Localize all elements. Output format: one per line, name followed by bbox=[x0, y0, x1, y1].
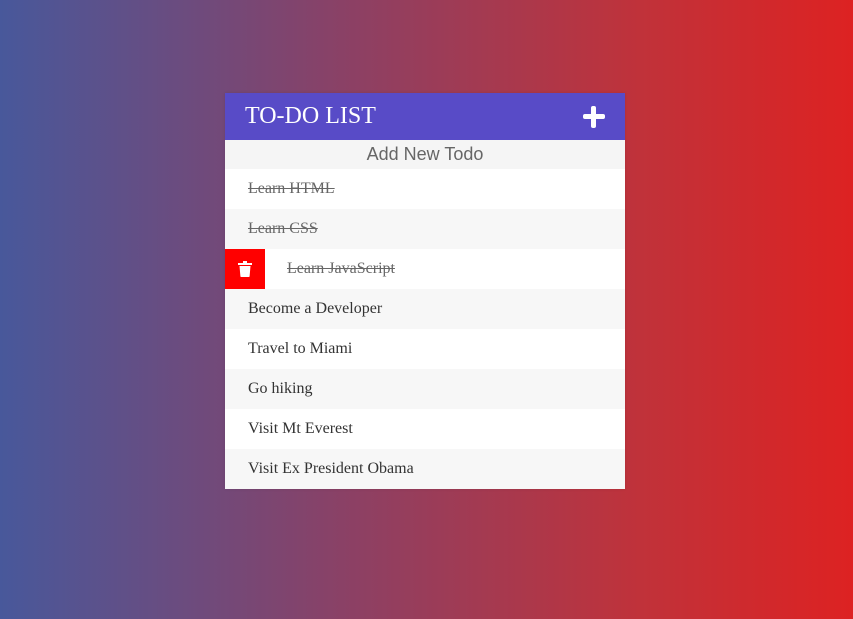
todo-item[interactable]: Learn CSS bbox=[225, 209, 625, 249]
todo-item[interactable]: Travel to Miami bbox=[225, 329, 625, 369]
todo-text: Visit Ex President Obama bbox=[248, 460, 414, 477]
todo-item[interactable]: Learn HTML bbox=[225, 169, 625, 209]
todo-text: Travel to Miami bbox=[248, 340, 353, 357]
todo-item[interactable]: Visit Ex President Obama bbox=[225, 449, 625, 489]
new-todo-row bbox=[225, 140, 625, 169]
trash-icon bbox=[238, 261, 252, 277]
todo-item[interactable]: Become a Developer bbox=[225, 289, 625, 329]
plus-icon-vertical bbox=[591, 105, 596, 128]
todo-text: Learn HTML bbox=[248, 180, 335, 197]
todo-text: Go hiking bbox=[248, 380, 313, 397]
todo-item[interactable]: Visit Mt Everest bbox=[225, 409, 625, 449]
delete-button[interactable] bbox=[225, 249, 265, 289]
app-title: TO-DO LIST bbox=[245, 103, 376, 129]
todo-item[interactable]: Learn JavaScript bbox=[225, 249, 625, 289]
todo-list: Learn HTML Learn CSS Learn JavaScript Becom… bbox=[225, 169, 625, 489]
plus-icon[interactable] bbox=[583, 105, 605, 128]
todo-item[interactable]: Go hiking bbox=[225, 369, 625, 409]
new-todo-input[interactable] bbox=[225, 144, 625, 165]
todo-text: Become a Developer bbox=[248, 300, 383, 317]
todo-text: Learn JavaScript bbox=[287, 260, 395, 277]
todo-card: TO-DO LIST Learn HTML Learn CSS Learn Java… bbox=[225, 93, 625, 489]
todo-header: TO-DO LIST bbox=[225, 93, 625, 140]
todo-text: Visit Mt Everest bbox=[248, 420, 353, 437]
todo-text: Learn CSS bbox=[248, 220, 318, 237]
